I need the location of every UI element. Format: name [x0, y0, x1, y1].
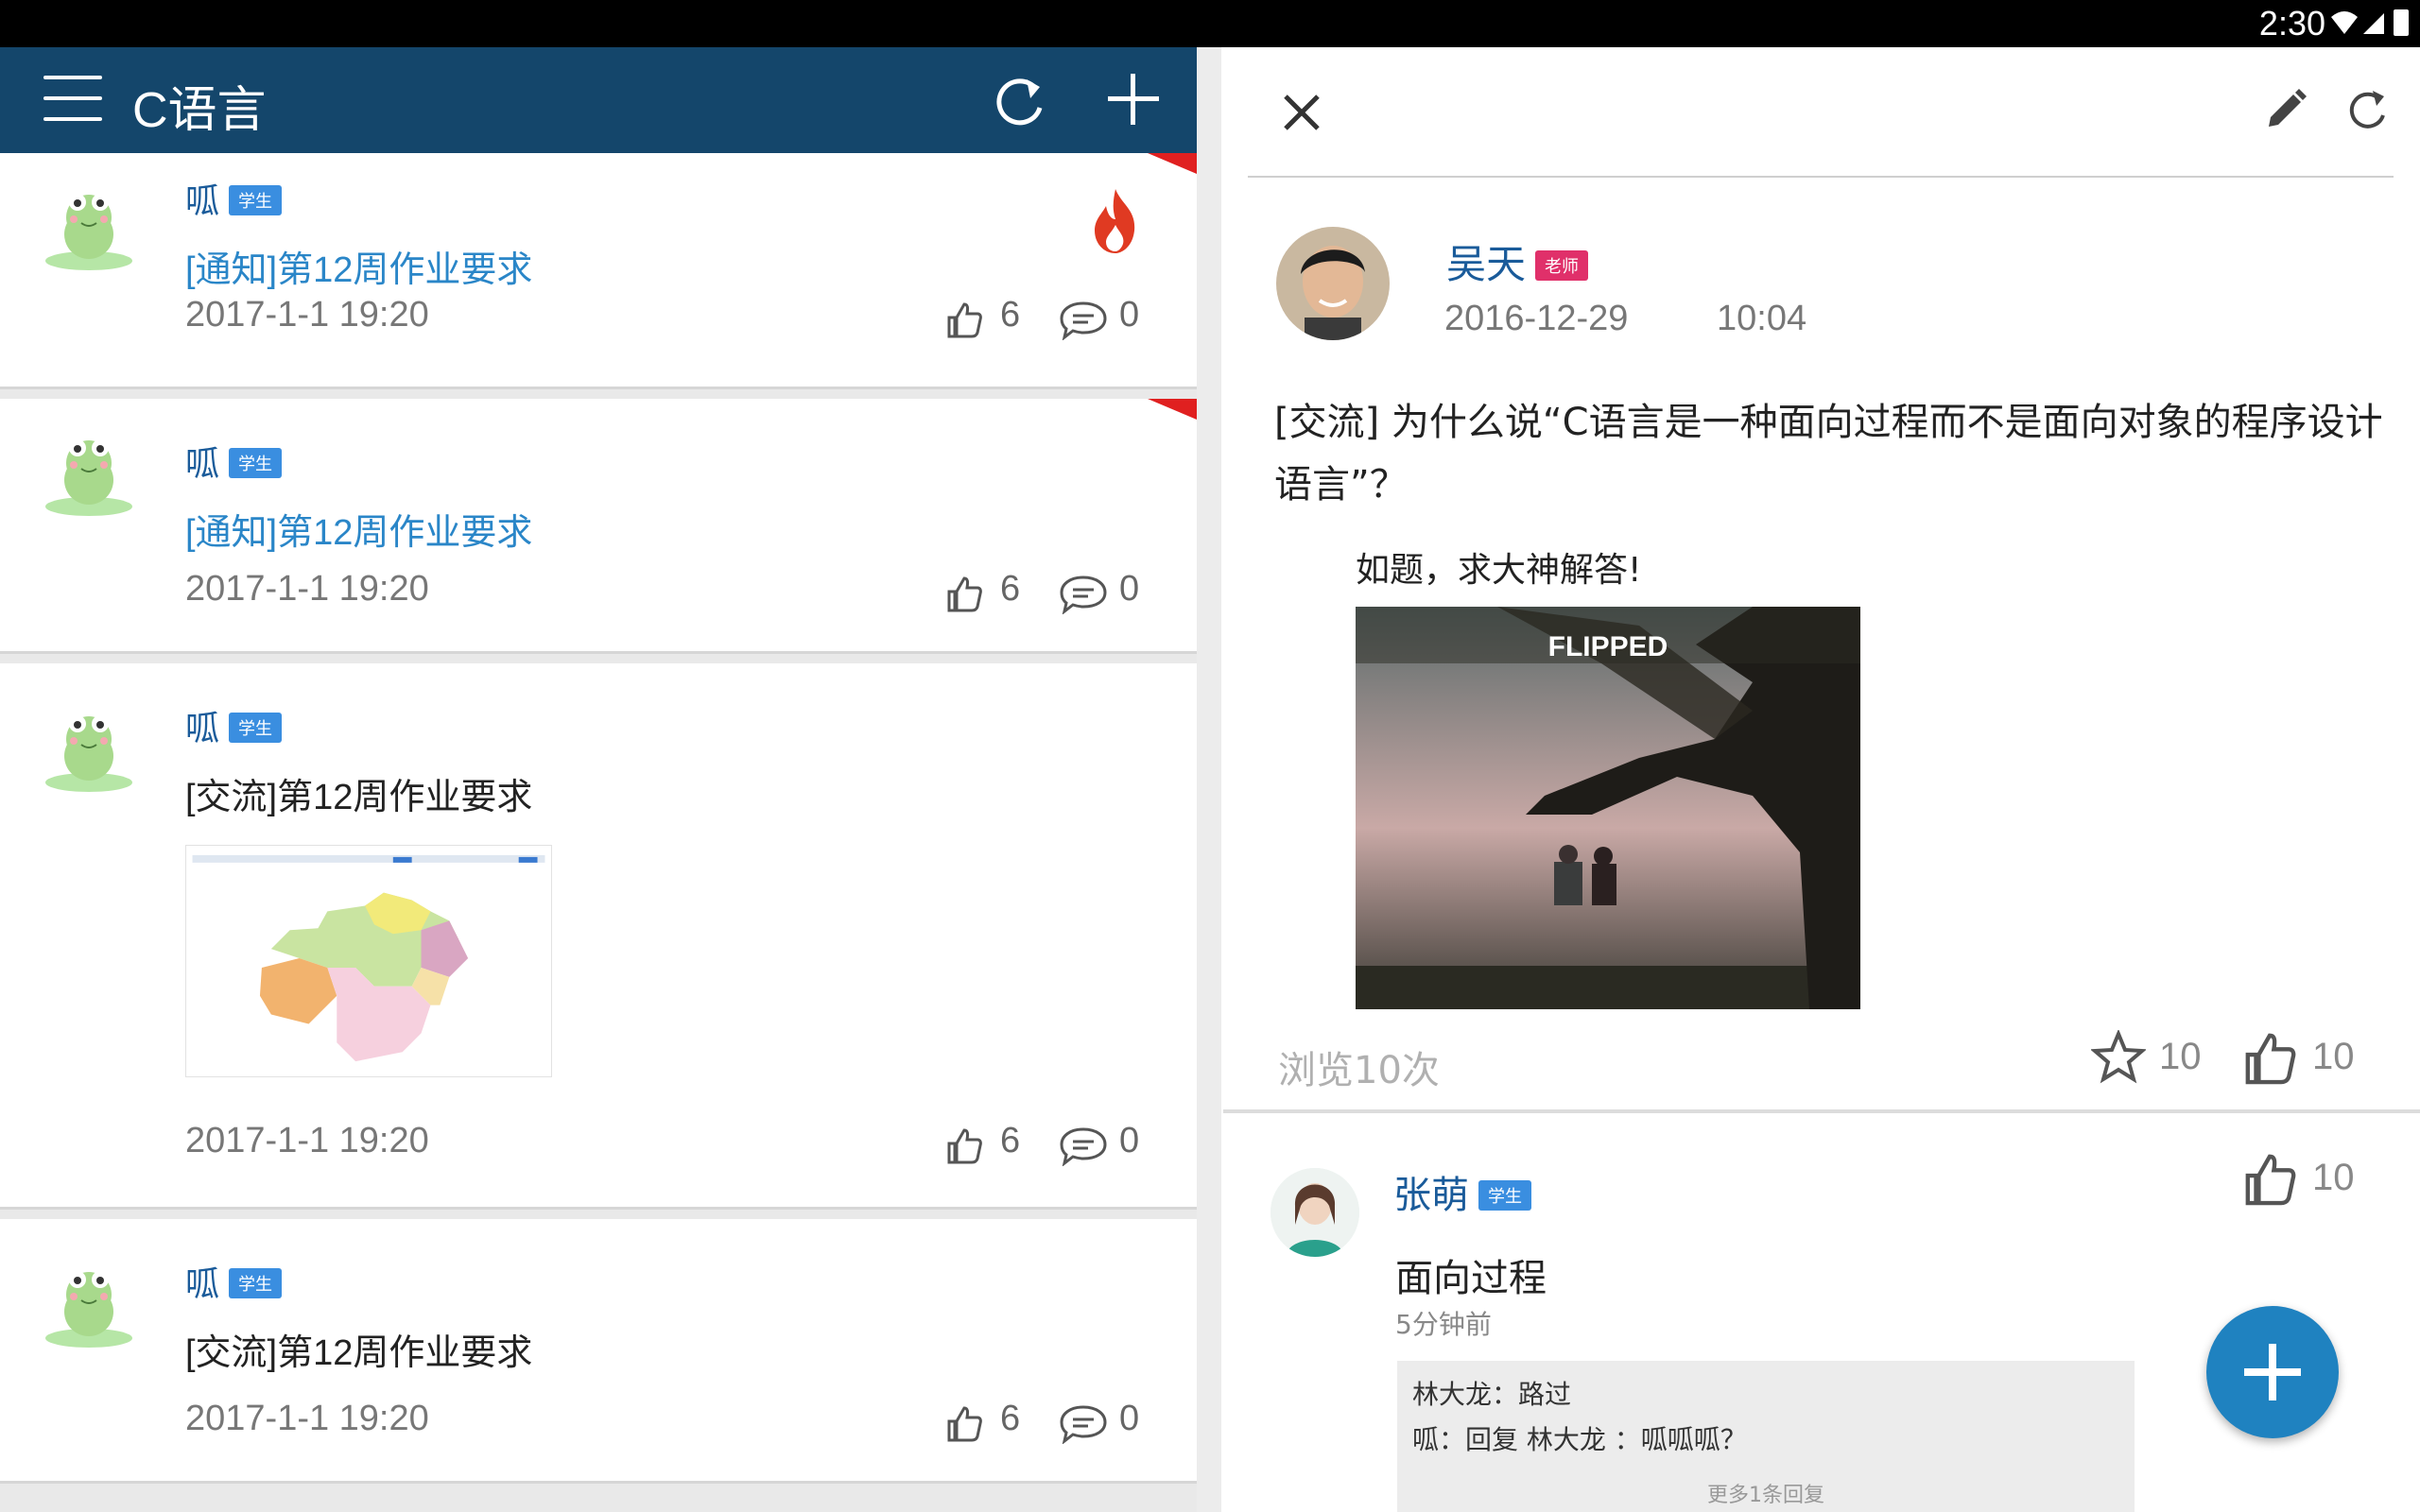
reply-author: 张萌 学生 [1393, 1164, 1531, 1219]
app-bar: C语言 [0, 47, 1197, 153]
star-icon[interactable] [2091, 1030, 2146, 1085]
add-reply-button[interactable] [2206, 1306, 2339, 1438]
student-badge: 学生 [1478, 1180, 1531, 1211]
unread-corner-marker [1148, 399, 1197, 420]
like-count: 10 [2312, 1157, 2355, 1198]
student-badge: 学生 [229, 185, 283, 215]
frog-avatar-icon [45, 439, 132, 516]
reply-text: 面向过程 [1395, 1257, 1547, 1300]
app-title: C语言 [132, 83, 267, 138]
comment-count: 0 [1119, 295, 1140, 335]
refresh-icon[interactable] [2344, 87, 2390, 132]
detail-author: 吴天 老师 [1446, 232, 1589, 290]
plus-icon [2244, 1344, 2301, 1400]
refresh-icon[interactable] [993, 74, 1047, 129]
poster-title-text: FLIPPED [1547, 631, 1668, 662]
map-image-thumbnail[interactable] [185, 845, 552, 1077]
post-author: 呱学生 [185, 701, 283, 750]
post-subject[interactable]: [通知]第12周作业要求 [185, 240, 532, 292]
frog-avatar-icon [45, 194, 132, 270]
like-count: 6 [1000, 295, 1021, 335]
thumbs-up-icon[interactable] [2242, 1151, 2297, 1206]
thumbs-up-icon[interactable] [945, 1404, 983, 1442]
post-subject[interactable]: [通知]第12周作业要求 [185, 503, 532, 555]
post-image[interactable]: FLIPPED [1356, 607, 1860, 1009]
student-badge: 学生 [229, 713, 283, 743]
comment-icon[interactable] [1059, 1126, 1108, 1166]
post-date: 2017-1-1 19:20 [185, 1399, 429, 1438]
comment-count: 0 [1119, 1399, 1140, 1438]
comment-icon[interactable] [1059, 301, 1108, 340]
detail-time: 10:04 [1717, 299, 1807, 338]
reply-avatar[interactable] [1270, 1168, 1359, 1257]
thumbs-up-icon[interactable] [945, 301, 983, 338]
reply-time: 5分钟前 [1395, 1309, 1492, 1340]
sub-reply: 林大龙：路过 [1412, 1379, 1572, 1410]
post-card[interactable]: 呱学生 [交流]第12周作业要求 2017-1-1 19:20 6 0 [0, 1219, 1197, 1484]
status-icons [2331, 9, 2409, 36]
student-badge: 学生 [229, 1268, 283, 1298]
post-list-pane: C语言 呱学生 [通知]第12周作业要求 2017-1-1 19:20 6 0 … [0, 47, 1197, 1512]
unread-corner-marker [1148, 153, 1197, 174]
like-count: 6 [1000, 569, 1021, 609]
comment-icon[interactable] [1059, 1404, 1108, 1444]
post-date: 2017-1-1 19:20 [185, 1121, 429, 1160]
edit-pencil-icon[interactable] [2263, 87, 2308, 132]
view-count: 浏览10次 [1278, 1049, 1440, 1092]
author-avatar[interactable] [1276, 227, 1390, 340]
detail-body: 如题，求大神解答! [1356, 551, 1642, 590]
post-author: 呱学生 [185, 437, 283, 486]
student-badge: 学生 [229, 448, 283, 478]
sub-replies[interactable]: 林大龙：路过 呱：回复 林大龙 ：呱呱呱？ 更多1条回复 [1397, 1361, 2135, 1512]
post-author: 呱学生 [185, 1257, 283, 1306]
post-card[interactable]: 呱学生 [交流]第12周作业要求 2017-1-1 19:20 6 0 [0, 663, 1197, 1210]
post-author: 呱学生 [185, 174, 283, 223]
hot-fire-icon [1095, 189, 1135, 253]
menu-icon[interactable] [43, 76, 102, 125]
sub-reply: 呱：回复 林大龙 ：呱呱呱？ [1412, 1424, 1747, 1455]
detail-date: 2016-12-29 [1444, 299, 1629, 338]
thumbs-up-icon[interactable] [945, 1126, 983, 1164]
close-icon[interactable] [1278, 89, 1325, 136]
post-card[interactable]: 呱学生 [通知]第12周作业要求 2017-1-1 19:20 6 0 [0, 153, 1197, 389]
comment-count: 0 [1119, 569, 1140, 609]
detail-title: [交流] 为什么说“C语言是一种面向过程而不是面向对象的程序设计语言”？ [1274, 401, 2383, 507]
thumbs-up-icon[interactable] [2242, 1030, 2297, 1085]
detail-toolbar [1248, 47, 2394, 178]
star-count: 10 [2159, 1036, 2202, 1077]
post-subject[interactable]: [交流]第12周作业要求 [185, 1323, 532, 1375]
teacher-badge: 老师 [1535, 250, 1589, 281]
like-count: 6 [1000, 1399, 1021, 1438]
comment-count: 0 [1119, 1121, 1140, 1160]
movie-poster-image [1356, 607, 1860, 1009]
frog-avatar-icon [45, 1271, 132, 1348]
status-time: 2:30 [2258, 4, 2325, 43]
like-count: 6 [1000, 1121, 1021, 1160]
divider [1223, 1109, 2420, 1113]
post-subject[interactable]: [交流]第12周作业要求 [185, 767, 532, 819]
post-date: 2017-1-1 19:20 [185, 569, 429, 609]
add-icon[interactable] [1104, 70, 1163, 129]
post-card[interactable]: 呱学生 [通知]第12周作业要求 2017-1-1 19:20 6 0 [0, 399, 1197, 654]
more-replies-link[interactable]: 更多1条回复 [1397, 1478, 2135, 1508]
thumbs-up-icon[interactable] [945, 575, 983, 612]
status-bar: 2:30 [0, 0, 2420, 47]
comment-icon[interactable] [1059, 575, 1108, 614]
post-detail-pane: 吴天 老师 2016-12-29 10:04 [交流] 为什么说“C语言是一种面向… [1221, 47, 2420, 1512]
like-count: 10 [2312, 1036, 2355, 1077]
frog-avatar-icon [45, 715, 132, 792]
post-date: 2017-1-1 19:20 [185, 295, 429, 335]
